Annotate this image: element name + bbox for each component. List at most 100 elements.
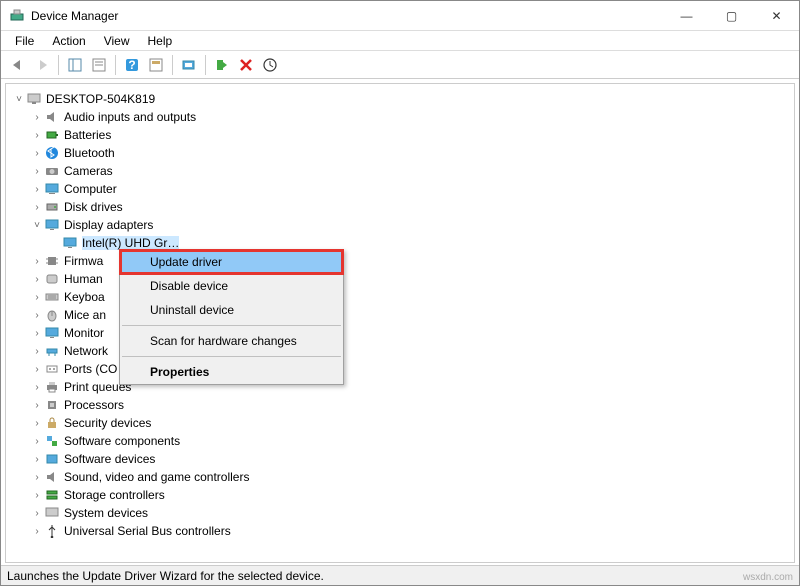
uninstall-device-button[interactable]	[235, 54, 257, 76]
properties-button[interactable]	[88, 54, 110, 76]
forward-button[interactable]	[31, 54, 53, 76]
storage-icon	[44, 487, 60, 503]
ctx-disable-device[interactable]: Disable device	[120, 274, 343, 298]
tree-item-storage[interactable]: › Storage controllers	[6, 486, 794, 504]
ctx-uninstall-device[interactable]: Uninstall device	[120, 298, 343, 322]
show-hide-console-button[interactable]	[64, 54, 86, 76]
menu-help[interactable]: Help	[140, 32, 181, 50]
tree-item-security[interactable]: ›Security devices	[6, 414, 794, 432]
expand-icon[interactable]: ›	[30, 148, 44, 159]
tree-root-label: DESKTOP-504K819	[46, 92, 155, 106]
help-button[interactable]: ?	[121, 54, 143, 76]
svg-text:?: ?	[128, 58, 135, 72]
tree-item-bluetooth[interactable]: › Bluetooth	[6, 144, 794, 162]
tree-item-label: Audio inputs and outputs	[64, 110, 196, 124]
ctx-scan-hardware[interactable]: Scan for hardware changes	[120, 329, 343, 353]
toolbar: ?	[1, 51, 799, 79]
menu-view[interactable]: View	[96, 32, 138, 50]
system-icon	[44, 505, 60, 521]
expand-icon[interactable]: ›	[30, 472, 44, 483]
expand-icon[interactable]: ›	[30, 274, 44, 285]
ctx-properties[interactable]: Properties	[120, 360, 343, 384]
tree-root[interactable]: ˅ DESKTOP-504K819	[6, 90, 794, 108]
cpu-icon	[44, 397, 60, 413]
network-icon	[44, 343, 60, 359]
expand-icon[interactable]: ›	[30, 112, 44, 123]
tree-item-software-components[interactable]: › Software components	[6, 432, 794, 450]
menubar: File Action View Help	[1, 31, 799, 51]
update-driver-button[interactable]	[259, 54, 281, 76]
menu-action[interactable]: Action	[44, 32, 93, 50]
close-button[interactable]: ✕	[754, 1, 799, 30]
component-icon	[44, 433, 60, 449]
expand-icon[interactable]: ›	[30, 184, 44, 195]
speaker-icon	[44, 469, 60, 485]
tree-item-batteries[interactable]: ›Batteries	[6, 126, 794, 144]
expand-icon[interactable]: ›	[30, 130, 44, 141]
expand-icon[interactable]: ›	[30, 202, 44, 213]
battery-icon	[44, 127, 60, 143]
expand-icon[interactable]: ›	[30, 364, 44, 375]
expand-icon[interactable]: ›	[30, 436, 44, 447]
expand-icon[interactable]: ›	[30, 292, 44, 303]
tree-item-disk-drives[interactable]: › Disk drives	[6, 198, 794, 216]
usb-icon	[44, 523, 60, 539]
computer-icon	[26, 91, 42, 107]
ctx-update-driver[interactable]: Update driver	[120, 250, 343, 274]
expand-icon[interactable]: ›	[30, 328, 44, 339]
bluetooth-icon	[44, 145, 60, 161]
ctx-separator	[122, 356, 341, 357]
expand-icon[interactable]: ›	[30, 526, 44, 537]
expand-icon[interactable]: ›	[30, 454, 44, 465]
port-icon	[44, 361, 60, 377]
tree-item-label: Software devices	[64, 452, 155, 466]
expand-icon[interactable]: ›	[30, 490, 44, 501]
expand-icon[interactable]: ›	[30, 418, 44, 429]
back-button[interactable]	[7, 54, 29, 76]
tree-item-label: Firmwa	[64, 254, 103, 268]
ctx-separator	[122, 325, 341, 326]
scan-hardware-button[interactable]	[178, 54, 200, 76]
expand-icon[interactable]: ›	[30, 382, 44, 393]
printer-icon	[44, 379, 60, 395]
tree-item-label: Storage controllers	[64, 488, 165, 502]
maximize-button[interactable]: ▢	[709, 1, 754, 30]
tree-item-display-adapters[interactable]: ˅ Display adapters	[6, 216, 794, 234]
toolbar-separator	[115, 55, 116, 75]
chip-icon	[44, 253, 60, 269]
expand-icon[interactable]: ›	[30, 400, 44, 411]
context-menu: Update driver Disable device Uninstall d…	[119, 249, 344, 385]
tree-item-cameras[interactable]: ›Cameras	[6, 162, 794, 180]
app-icon	[9, 8, 25, 24]
tree-item-audio[interactable]: › Audio inputs and outputs	[6, 108, 794, 126]
expand-icon[interactable]: ›	[30, 346, 44, 357]
expand-icon[interactable]: ›	[30, 256, 44, 267]
tree-item-sound[interactable]: ›Sound, video and game controllers	[6, 468, 794, 486]
status-text: Launches the Update Driver Wizard for th…	[7, 569, 324, 583]
tree-item-label: Monitor	[64, 326, 104, 340]
expand-icon[interactable]: ›	[30, 310, 44, 321]
tree-item-usb[interactable]: ›Universal Serial Bus controllers	[6, 522, 794, 540]
collapse-icon[interactable]: ˅	[12, 94, 26, 105]
enable-device-button[interactable]	[211, 54, 233, 76]
properties-button-2[interactable]	[145, 54, 167, 76]
software-icon	[44, 451, 60, 467]
speaker-icon	[44, 109, 60, 125]
expand-icon[interactable]: ›	[30, 166, 44, 177]
tree-item-label: Bluetooth	[64, 146, 115, 160]
tree-item-label: Processors	[64, 398, 124, 412]
tree-item-label: Display adapters	[64, 218, 153, 232]
minimize-button[interactable]: —	[664, 1, 709, 30]
tree-item-software-devices[interactable]: › Software devices	[6, 450, 794, 468]
tree-item-computer[interactable]: ›Computer	[6, 180, 794, 198]
toolbar-separator	[58, 55, 59, 75]
expand-icon[interactable]: ›	[30, 508, 44, 519]
collapse-icon[interactable]: ˅	[30, 220, 44, 231]
tree-item-label: Disk drives	[64, 200, 123, 214]
tree-item-label: Software components	[64, 434, 180, 448]
menu-file[interactable]: File	[7, 32, 42, 50]
tree-item-processors[interactable]: › Processors	[6, 396, 794, 414]
hid-icon	[44, 271, 60, 287]
lock-icon	[44, 415, 60, 431]
tree-item-system[interactable]: ›System devices	[6, 504, 794, 522]
